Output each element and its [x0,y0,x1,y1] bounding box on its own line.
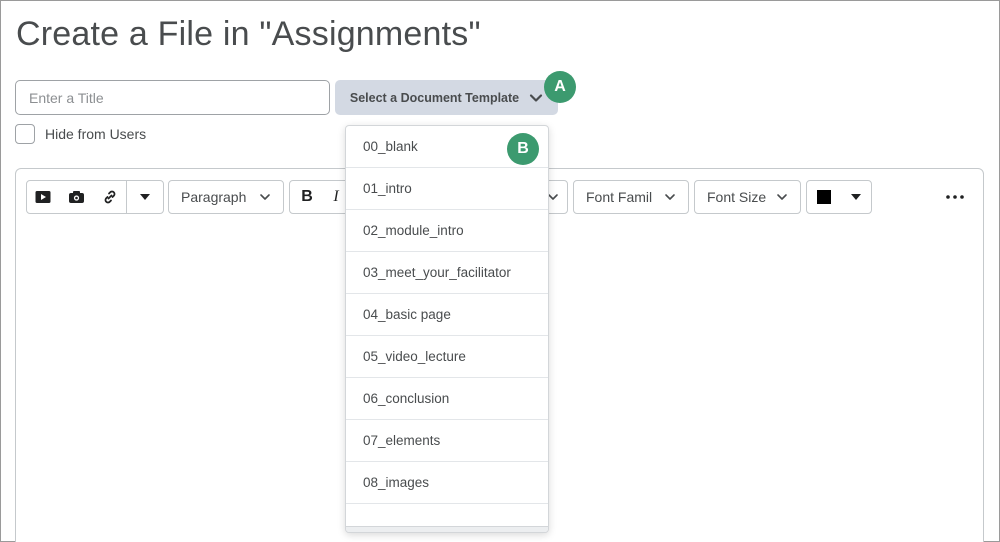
font-size-select[interactable]: Font Size [694,180,801,214]
callout-marker-b: B [507,133,539,165]
chevron-down-icon [530,93,543,102]
insert-toolbar-group [26,180,164,214]
font-size-label: Font Size [707,189,767,205]
title-input[interactable] [15,80,330,115]
page-title: Create a File in "Assignments" [16,15,481,53]
template-option[interactable]: 06_conclusion [346,378,548,420]
template-button-label: Select a Document Template [349,90,520,105]
hide-from-users-checkbox[interactable] [15,124,35,144]
more-horizontal-icon [946,195,964,199]
template-option[interactable]: 03_meet_your_facilitator [346,252,548,294]
more-actions-button[interactable] [942,187,968,207]
insert-link-button[interactable] [93,181,126,213]
chevron-down-icon [260,194,270,200]
text-color-swatch [817,190,831,204]
text-style-group: B I [289,180,349,214]
template-option[interactable]: 07_elements [346,420,548,462]
insert-stuff-icon [35,191,51,203]
font-family-label: Font Famil [586,189,653,205]
hide-from-users-row: Hide from Users [15,124,146,144]
chevron-down-icon [665,194,675,200]
hide-from-users-label: Hide from Users [45,126,147,142]
text-color-picker[interactable] [806,180,872,214]
font-family-select[interactable]: Font Famil [573,180,689,214]
insert-quicklink-icon [68,191,84,203]
template-option[interactable]: 02_module_intro [346,210,548,252]
document-template-dropdown: 00_blank 01_intro 02_module_intro 03_mee… [345,125,549,533]
template-option[interactable]: 01_intro [346,168,548,210]
template-option[interactable]: 05_video_lecture [346,336,548,378]
callout-marker-a: A [544,71,576,103]
paragraph-format-label: Paragraph [181,189,247,205]
insert-link-icon [104,190,115,204]
insert-more-dropdown[interactable] [127,181,163,213]
paragraph-format-select[interactable]: Paragraph [168,180,284,214]
template-option[interactable]: 04_basic page [346,294,548,336]
insert-quicklink-button[interactable] [59,181,93,213]
chevron-down-icon [777,194,787,200]
select-document-template-button[interactable]: Select a Document Template [335,80,558,115]
bold-button[interactable]: B [290,181,324,213]
caret-down-icon [140,194,150,200]
insert-stuff-button[interactable] [27,181,59,213]
window-frame: Create a File in "Assignments" Select a … [0,0,1000,542]
template-option[interactable]: 08_images [346,462,548,504]
caret-down-icon [851,194,861,200]
dropdown-scrollbar[interactable] [346,526,548,532]
